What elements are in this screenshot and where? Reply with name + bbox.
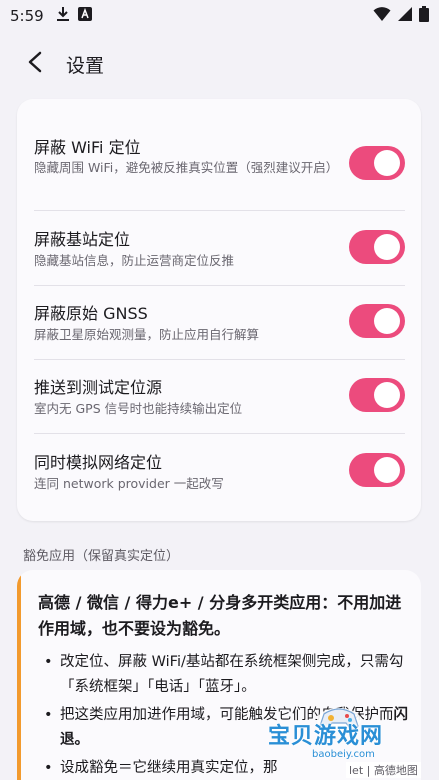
download-icon xyxy=(56,6,70,26)
setting-description: 隐藏周围 WiFi，避免被反推真实位置（强烈建议开启） xyxy=(34,160,339,175)
toggle-knob xyxy=(374,150,400,176)
watermark-site: baobeiy.com xyxy=(312,749,375,760)
setting-row-block-cell[interactable]: 屏蔽基站定位 隐藏基站信息，防止运营商定位反推 xyxy=(17,210,421,285)
bullet-text: 设成豁免＝它继续用真实定位，那 xyxy=(60,760,278,776)
warning-accent-bar xyxy=(17,570,21,780)
toggle-knob xyxy=(374,382,400,408)
status-time: 5:59 xyxy=(10,7,44,25)
wifi-icon xyxy=(373,6,391,26)
arrow-back-icon xyxy=(26,51,46,77)
exempt-headline: 高德 / 微信 / 得力e+ / 分身多开类应用：不用加进作用域，也不要设为豁免… xyxy=(38,593,402,638)
toggle-knob xyxy=(374,234,400,260)
block-gnss-toggle[interactable] xyxy=(349,304,405,338)
setting-title: 推送到测试定位源 xyxy=(34,378,163,397)
app-notification-icon xyxy=(77,7,92,25)
app-bar: 设置 xyxy=(0,32,439,96)
list-item: 改定位、屏蔽 WiFi/基站都在系统框架侧完成，只需勾「系统框架」「电话」「蓝牙… xyxy=(44,650,409,700)
test-provider-toggle[interactable] xyxy=(349,378,405,412)
setting-row-test-provider[interactable]: 推送到测试定位源 室内无 GPS 信号时也能持续输出定位 xyxy=(17,359,421,433)
settings-content[interactable]: 屏蔽 WiFi 定位 隐藏周围 WiFi，避免被反推真实位置（强烈建议开启） 屏… xyxy=(0,96,439,780)
setting-description: 隐藏基站信息，防止运营商定位反推 xyxy=(34,253,235,268)
status-bar: 5:59 xyxy=(0,0,439,32)
watermark-brand: 宝贝游戏网 xyxy=(268,724,384,749)
location-settings-card: 屏蔽 WiFi 定位 隐藏周围 WiFi，避免被反推真实位置（强烈建议开启） 屏… xyxy=(17,99,421,521)
setting-title: 屏蔽基站定位 xyxy=(34,230,131,249)
page-title: 设置 xyxy=(66,54,105,77)
setting-title: 屏蔽原始 GNSS xyxy=(34,304,148,323)
signal-icon xyxy=(397,6,413,26)
setting-row-block-wifi[interactable]: 屏蔽 WiFi 定位 隐藏周围 WiFi，避免被反推真实位置（强烈建议开启） xyxy=(17,99,421,210)
map-attribution: let | 高德地图 xyxy=(346,762,421,778)
setting-row-block-gnss[interactable]: 屏蔽原始 GNSS 屏蔽卫星原始观测量，防止应用自行解算 xyxy=(17,285,421,359)
network-location-toggle[interactable] xyxy=(349,453,405,487)
exempt-section-label: 豁免应用（保留真实定位） xyxy=(23,549,180,564)
setting-description: 连同 network provider 一起改写 xyxy=(34,476,224,491)
battery-icon xyxy=(419,6,429,26)
setting-row-network-location[interactable]: 同时模拟网络定位 连同 network provider 一起改写 xyxy=(17,433,421,521)
setting-title: 屏蔽 WiFi 定位 xyxy=(34,138,141,157)
back-button[interactable] xyxy=(8,36,64,92)
watermark: 宝贝游戏网 baobeiy.com let | 高德地图 xyxy=(258,698,439,780)
toggle-knob xyxy=(374,308,400,334)
block-cell-toggle[interactable] xyxy=(349,230,405,264)
setting-description: 屏蔽卫星原始观测量，防止应用自行解算 xyxy=(34,327,260,342)
setting-title: 同时模拟网络定位 xyxy=(34,453,163,472)
block-wifi-toggle[interactable] xyxy=(349,146,405,180)
setting-description: 室内无 GPS 信号时也能持续输出定位 xyxy=(34,401,243,416)
bullet-text: 改定位、屏蔽 WiFi/基站都在系统框架侧完成，只需勾「系统框架」「电话」「蓝牙… xyxy=(60,654,404,695)
toggle-knob xyxy=(374,457,400,483)
